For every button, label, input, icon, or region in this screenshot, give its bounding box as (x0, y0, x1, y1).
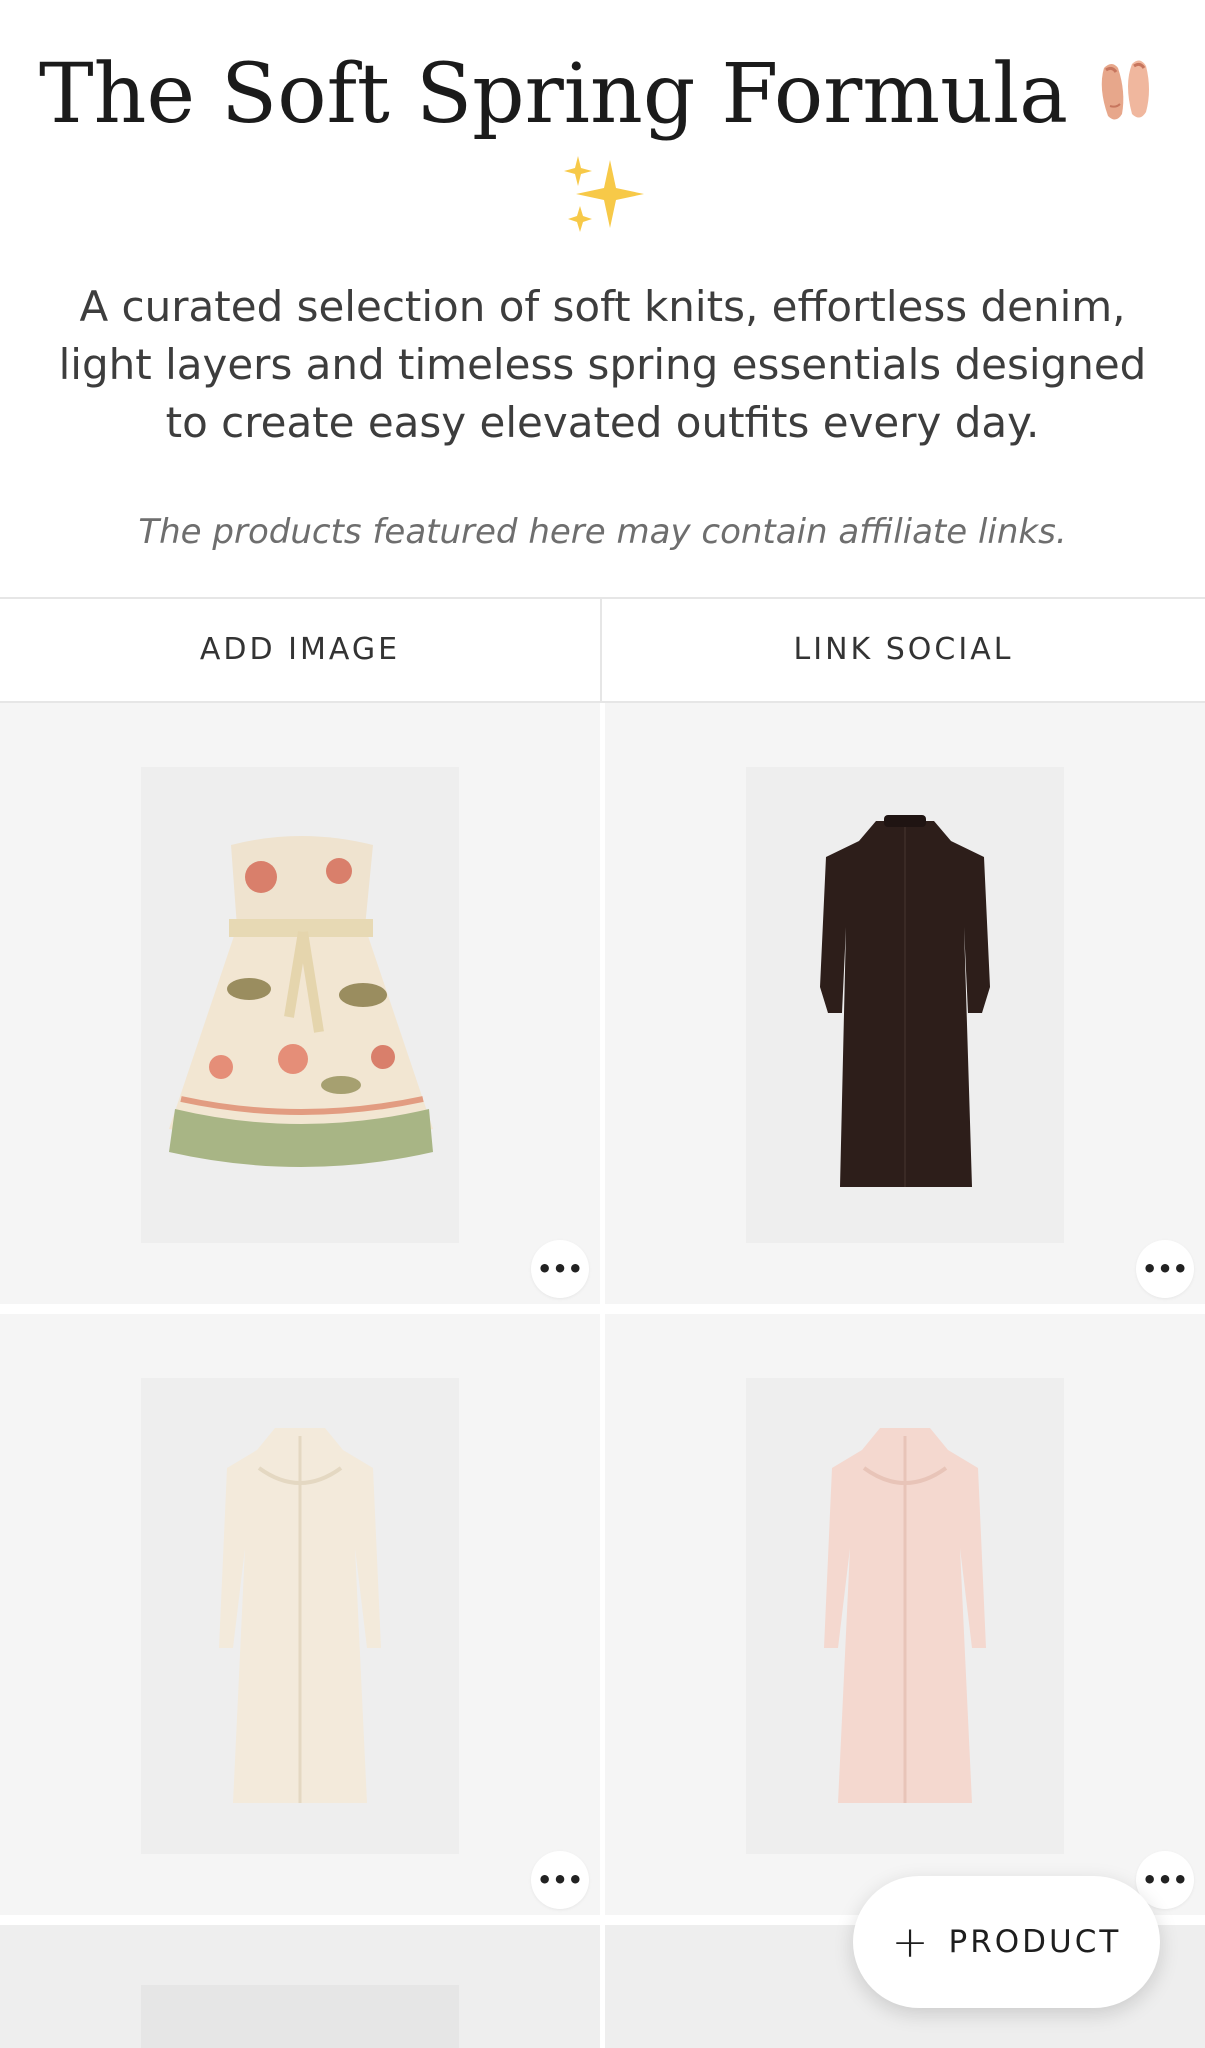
page-title-line: The Soft Spring Formula (0, 40, 1205, 150)
ballet-shoes-icon (1068, 47, 1166, 142)
product-image[interactable] (141, 1985, 459, 2048)
add-product-label: PRODUCT (948, 1924, 1122, 1960)
more-options-button[interactable]: ••• (531, 1240, 589, 1298)
plus-icon: + (891, 1916, 929, 1968)
product-card-2[interactable]: ••• (605, 703, 1205, 1304)
more-options-button[interactable]: ••• (1136, 1240, 1194, 1298)
add-image-button[interactable]: ADD IMAGE (0, 599, 602, 701)
floral-dress-image (169, 836, 433, 1167)
more-options-button[interactable]: ••• (531, 1851, 589, 1909)
product-image[interactable] (746, 767, 1064, 1243)
product-grid: ••• ••• ••• ••• (0, 703, 1205, 2048)
product-card-5[interactable] (0, 1925, 600, 2048)
product-card-3[interactable]: ••• (0, 1314, 600, 1915)
pink-dress-image (824, 1428, 986, 1803)
ellipsis-icon: ••• (536, 1255, 584, 1283)
product-card-4[interactable]: ••• (605, 1314, 1205, 1915)
collection-description: A curated selection of soft knits, effor… (58, 282, 1147, 447)
ellipsis-icon: ••• (536, 1866, 584, 1894)
link-social-button[interactable]: LINK SOCIAL (602, 599, 1205, 701)
product-image[interactable] (746, 1378, 1064, 1854)
product-image[interactable] (141, 1378, 459, 1854)
brown-dress-image (820, 815, 990, 1187)
product-card-1[interactable]: ••• (0, 703, 600, 1304)
ellipsis-icon: ••• (1141, 1866, 1189, 1894)
page-title: The Soft Spring Formula (38, 47, 1069, 142)
action-bar: ADD IMAGE LINK SOCIAL (0, 597, 1205, 703)
cream-dress-image (219, 1428, 381, 1803)
collection-header: The Soft Spring Formula A curated select… (0, 0, 1205, 597)
ellipsis-icon: ••• (1141, 1255, 1189, 1283)
product-image[interactable] (141, 767, 459, 1243)
sparkles-icon (552, 150, 652, 240)
affiliate-note: The products featured here may contain a… (138, 512, 1067, 552)
add-product-button[interactable]: + PRODUCT (853, 1876, 1160, 2008)
